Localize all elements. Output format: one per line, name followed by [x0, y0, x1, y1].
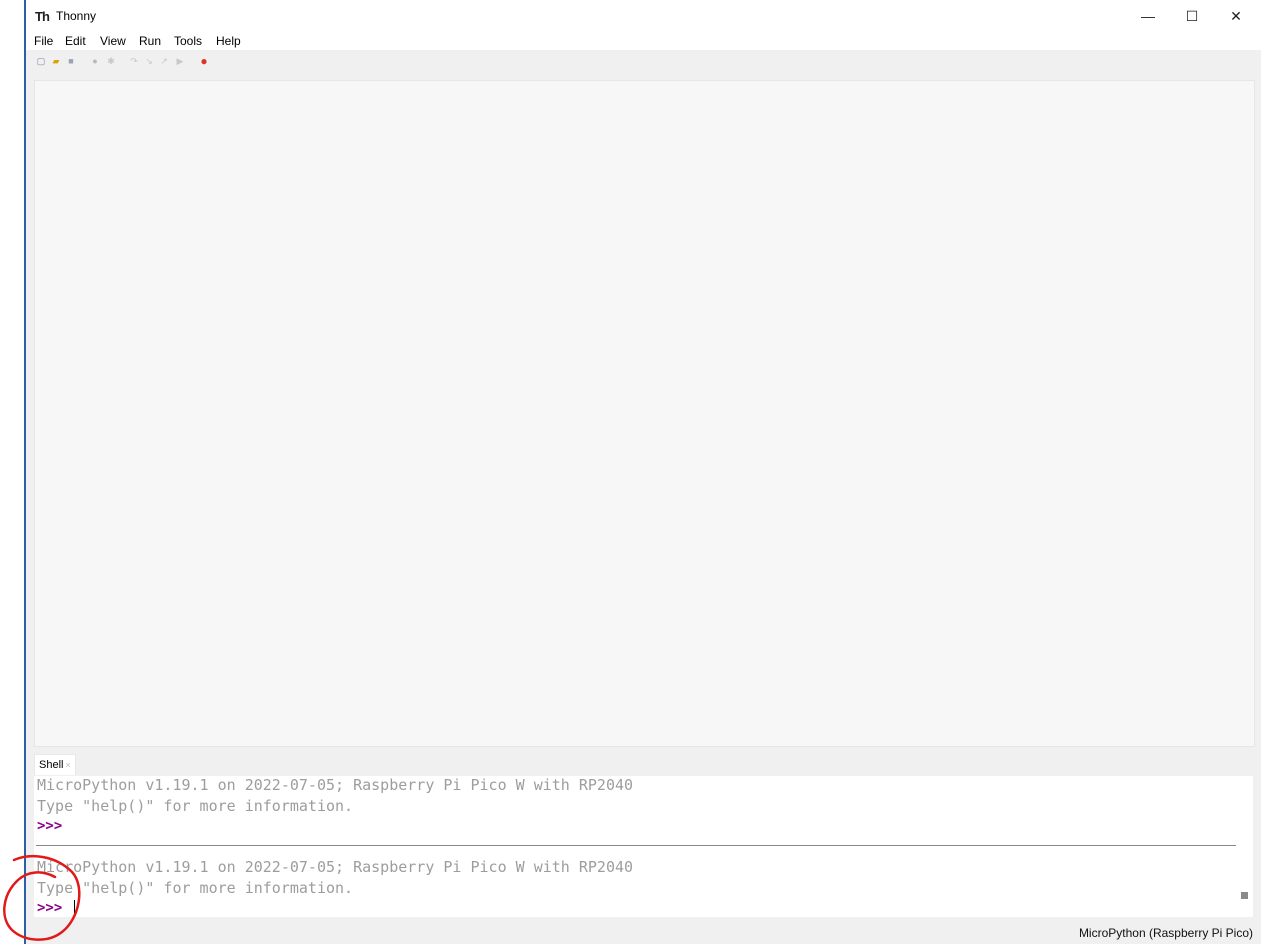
shell-console[interactable]: MicroPython v1.19.1 on 2022-07-05; Raspb… [34, 776, 1236, 917]
menu-tools[interactable]: Tools [174, 34, 202, 48]
shell-tab-bar: Shell × [34, 754, 1253, 776]
step-out-icon[interactable]: ↗ [159, 56, 169, 66]
text-cursor [74, 900, 75, 917]
stop-icon[interactable]: ● [199, 55, 209, 67]
thonny-window: Th Thonny — ☐ ✕ File Edit View Run Tools… [24, 0, 1261, 944]
menu-help[interactable]: Help [216, 34, 241, 48]
status-bar: MicroPython (Raspberry Pi Pico) [26, 920, 1261, 944]
shell-session-separator [36, 845, 1236, 846]
menu-edit[interactable]: Edit [65, 34, 86, 48]
run-icon[interactable]: ● [90, 56, 100, 66]
step-over-icon[interactable]: ↷ [129, 56, 139, 66]
menu-view[interactable]: View [100, 34, 126, 48]
thonny-logo-icon: Th [35, 9, 50, 24]
tab-shell[interactable]: Shell × [34, 754, 76, 775]
menu-run[interactable]: Run [139, 34, 161, 48]
close-button[interactable]: ✕ [1214, 4, 1258, 28]
window-title: Thonny [56, 9, 97, 23]
debug-icon[interactable]: ✱ [106, 56, 116, 66]
shell-banner-line: MicroPython v1.19.1 on 2022-07-05; Raspb… [37, 776, 634, 794]
title-bar: Th Thonny — ☐ ✕ [26, 0, 1261, 32]
open-file-icon[interactable]: ▰ [51, 56, 61, 66]
interpreter-selector[interactable]: MicroPython (Raspberry Pi Pico) [1079, 926, 1253, 940]
menu-bar: File Edit View Run Tools Help [26, 32, 1261, 50]
maximize-button[interactable]: ☐ [1170, 4, 1214, 28]
shell-help-line: Type "help()" for more information. [37, 797, 354, 815]
new-file-icon[interactable]: ▢ [36, 56, 46, 66]
scrollbar-thumb[interactable] [1241, 892, 1248, 899]
shell-tab-close-icon[interactable]: × [65, 760, 70, 770]
menu-file[interactable]: File [34, 34, 53, 48]
shell-prompt: >>> [37, 818, 63, 834]
shell-active-prompt: >>> [37, 900, 63, 916]
step-into-icon[interactable]: ↘ [144, 56, 154, 66]
minimize-button[interactable]: — [1126, 4, 1170, 28]
shell-tab-label: Shell [39, 759, 64, 771]
save-file-icon[interactable]: ■ [66, 56, 76, 66]
shell-scrollbar[interactable] [1236, 776, 1253, 917]
toolbar: ▢ ▰ ■ ● ✱ ↷ ↘ ↗ ▶ ● [26, 50, 1261, 76]
code-editor[interactable] [34, 80, 1255, 747]
resume-icon[interactable]: ▶ [175, 56, 185, 66]
shell-banner-line: MicroPython v1.19.1 on 2022-07-05; Raspb… [37, 858, 634, 876]
shell-help-line: Type "help()" for more information. [37, 879, 354, 897]
